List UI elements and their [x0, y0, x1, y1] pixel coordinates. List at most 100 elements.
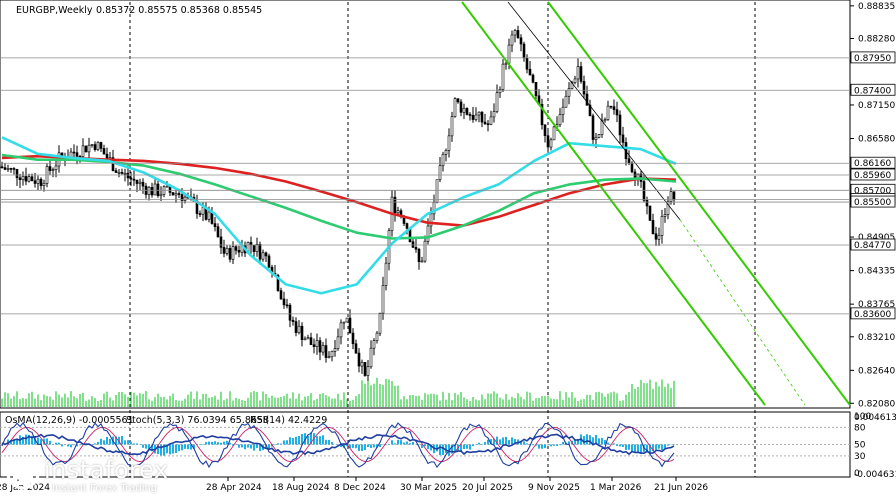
candle-body: [471, 114, 475, 120]
candle-body: [24, 176, 28, 182]
candle-body: [114, 170, 118, 173]
candle-body: [252, 244, 256, 252]
price-tag-7: 0.84770: [854, 241, 891, 251]
chart-root: 0.888350.882800.871500.865800.849050.843…: [0, 0, 896, 493]
candle-body: [507, 44, 511, 64]
candle-body: [600, 120, 604, 135]
rsi-label: RSI(14) 42.4229: [250, 415, 327, 426]
candle-body: [9, 168, 13, 170]
candle-body: [468, 114, 472, 116]
candle-body: [291, 319, 295, 322]
candle-body: [603, 119, 607, 122]
price-tag-0: 0.87950: [854, 54, 891, 64]
logo-subtext: Instant Forex Trading: [52, 483, 158, 494]
candle-body: [201, 207, 205, 215]
candle-body: [489, 116, 493, 125]
candle-body: [411, 241, 415, 248]
candle-body: [3, 167, 7, 170]
x-tick-label-6: 9 Nov 2025: [528, 483, 580, 493]
candle-body: [339, 322, 343, 338]
candle-body: [261, 252, 265, 260]
candle-body: [303, 338, 307, 341]
candle-body: [18, 177, 22, 180]
candle-body: [96, 142, 100, 150]
candle-body: [81, 145, 85, 157]
x-tick-label-5: 20 Jul 2025: [462, 483, 513, 493]
candle-body: [546, 135, 550, 148]
x-tick-label-8: 21 Jun 2026: [654, 483, 708, 493]
candle-body: [123, 172, 127, 175]
candle-body: [582, 81, 586, 95]
candle-body: [225, 248, 229, 254]
ohlc-header: 0.85372 0.85575 0.85368 0.85545: [96, 5, 262, 16]
candle-body: [117, 172, 121, 174]
candle-body: [663, 214, 667, 217]
indicator-tick-3: 50: [854, 441, 866, 451]
candle-body: [333, 348, 337, 352]
candle-body: [126, 172, 130, 179]
candle-body: [279, 290, 283, 300]
candle-body: [591, 115, 595, 140]
candle-body: [228, 248, 232, 260]
price-tag-3: 0.85960: [854, 171, 891, 181]
candle-body: [30, 176, 34, 182]
candle-body: [105, 153, 109, 159]
candle-body: [315, 340, 319, 347]
y-tick-label-1: 0.88280: [858, 34, 895, 44]
candle-body: [234, 246, 238, 251]
candle-body: [93, 144, 97, 150]
candle-body: [513, 30, 517, 36]
indicator-tick-4: 30: [854, 452, 866, 462]
candle-body: [153, 183, 157, 196]
candle-body: [384, 262, 388, 286]
main-frame: [0, 0, 851, 409]
candle-body: [573, 78, 577, 84]
candle-body: [477, 111, 481, 116]
candle-body: [519, 37, 523, 45]
candle-body: [120, 172, 124, 174]
candle-body: [444, 150, 448, 155]
candle-body: [294, 321, 298, 333]
candle-body: [543, 124, 547, 136]
candle-body: [135, 179, 139, 184]
y-tick-label-8: 0.82640: [858, 366, 895, 376]
x-tick-label-3: 8 Dec 2024: [334, 483, 386, 493]
instaforex-logo-icon: [6, 456, 40, 490]
candle-body: [219, 236, 223, 248]
candle-body: [288, 304, 292, 321]
candle-body: [534, 81, 538, 97]
candle-body: [147, 187, 151, 195]
candle-body: [213, 223, 217, 227]
candle-body: [351, 332, 355, 345]
candle-body: [156, 183, 160, 197]
candle-body: [615, 109, 619, 116]
candle-body: [183, 196, 187, 201]
candle-body: [231, 246, 235, 260]
instaforex-logo: instaforex Instant Forex Trading: [4, 452, 194, 496]
candle-body: [345, 317, 349, 323]
candle-body: [528, 68, 532, 76]
candle-body: [258, 244, 262, 260]
candle-body: [651, 220, 655, 235]
candle-body: [372, 340, 376, 349]
candle-body: [495, 92, 499, 112]
candle-body: [306, 337, 310, 340]
candle-body: [486, 123, 490, 125]
candle-body: [324, 345, 328, 358]
candle-body: [369, 347, 373, 368]
candle-body: [504, 62, 508, 65]
candle-body: [300, 325, 304, 340]
y-tick-label-7: 0.83210: [858, 333, 895, 343]
candle-body: [309, 337, 313, 346]
price-tag-2: 0.86160: [854, 159, 891, 169]
candle-body: [516, 30, 520, 39]
y-tick-label-0: 0.88835: [858, 2, 895, 12]
candle-body: [48, 166, 52, 171]
candle-body: [501, 63, 505, 90]
x-tick-label-2: 18 Aug 2024: [272, 483, 330, 493]
candle-body: [267, 255, 271, 268]
candle-body: [159, 193, 163, 197]
candle-body: [552, 126, 556, 141]
candle-body: [567, 88, 571, 97]
candle-body: [330, 351, 334, 358]
